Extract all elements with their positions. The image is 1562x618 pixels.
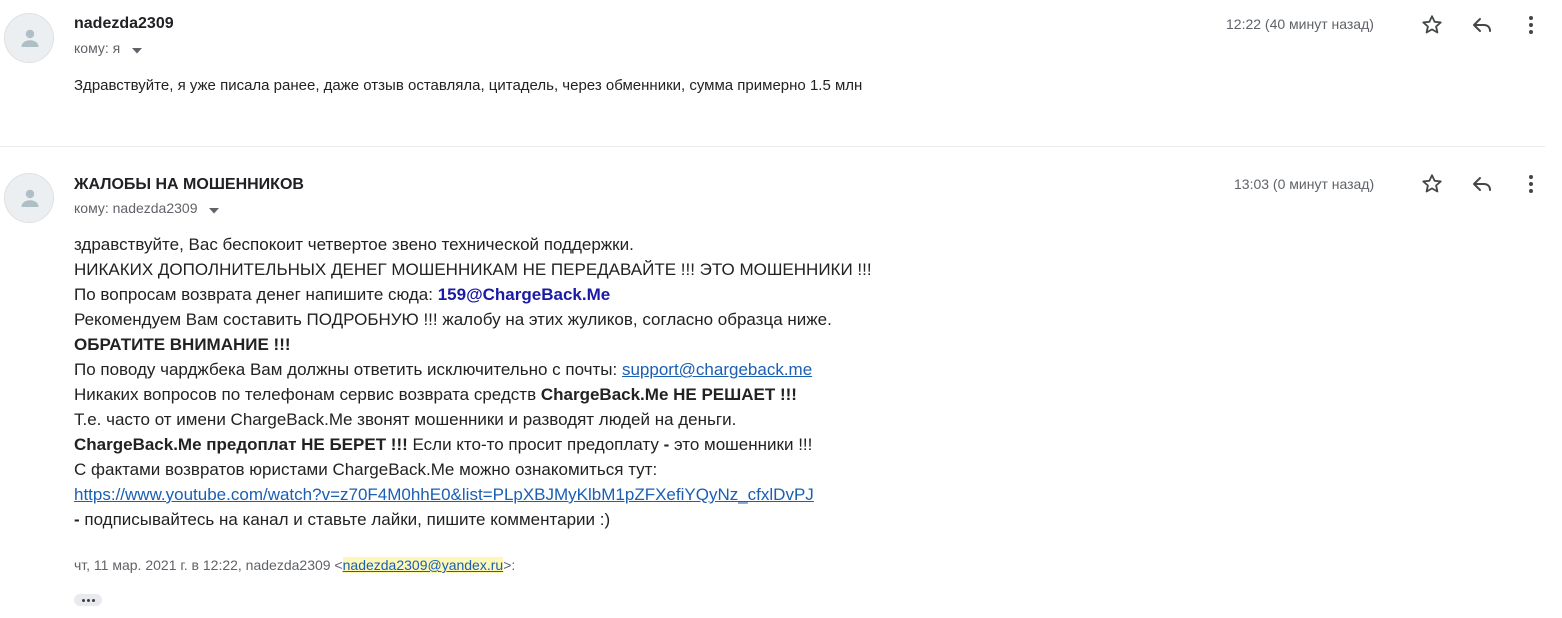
- body-line: здравствуйте, Вас беспокоит четвертое зв…: [74, 235, 634, 254]
- sender-name[interactable]: ЖАЛОБЫ НА МОШЕННИКОВ: [74, 176, 304, 194]
- body-line: По вопросам возврата денег напишите сюда…: [74, 282, 872, 307]
- recipient-label: кому: я: [74, 40, 121, 56]
- recipient-line[interactable]: кому: я: [74, 40, 143, 57]
- body-text: подписывайтесь на канал и ставьте лайки,…: [79, 510, 611, 529]
- body-line: Здравствуйте, я уже писала ранее, даже о…: [74, 77, 863, 94]
- star-icon[interactable]: [1420, 172, 1444, 196]
- recipient-label: кому: nadezda2309: [74, 200, 198, 216]
- more-vert-icon[interactable]: [1519, 172, 1543, 196]
- support-email-link[interactable]: support@chargeback.me: [622, 360, 812, 379]
- body-line: ChargeBack.Me предоплат НЕ БЕРЕТ !!! Есл…: [74, 432, 872, 457]
- reply-icon[interactable]: [1470, 13, 1494, 37]
- body-text: По поводу чарджбека Вам должны ответить …: [74, 360, 622, 379]
- sender-name[interactable]: nadezda2309: [74, 15, 174, 33]
- person-icon: [21, 189, 39, 207]
- caret-down-icon[interactable]: [209, 201, 220, 217]
- message-time: 12:22 (40 минут назад): [1226, 16, 1374, 32]
- body-line: https://www.youtube.com/watch?v=z70F4M0h…: [74, 482, 872, 507]
- more-vert-icon[interactable]: [1519, 13, 1543, 37]
- body-line: ОБРАТИТЕ ВНИМАНИЕ !!!: [74, 335, 291, 354]
- body-line: Рекомендуем Вам составить ПОДРОБНУЮ !!! …: [74, 310, 832, 329]
- person-icon: [21, 29, 39, 47]
- message-body: Здравствуйте, я уже писала ранее, даже о…: [74, 73, 862, 98]
- quote-email-link[interactable]: nadezda2309@yandex.ru: [342, 557, 504, 573]
- body-line: Никаких вопросов по телефонам сервис воз…: [74, 382, 872, 407]
- chargeback-email: 159@ChargeBack.Me: [437, 285, 611, 304]
- body-line: С фактами возвратов юристами ChargeBack.…: [74, 460, 658, 479]
- caret-down-icon[interactable]: [132, 41, 143, 57]
- quote-prefix: чт, 11 мар. 2021 г. в 12:22, nadezda2309…: [74, 557, 343, 573]
- avatar[interactable]: [4, 173, 54, 223]
- body-text: Никаких вопросов по телефонам сервис воз…: [74, 385, 541, 404]
- body-line: - подписывайтесь на канал и ставьте лайк…: [74, 507, 872, 532]
- ellipsis-icon[interactable]: [74, 594, 102, 606]
- body-line: По поводу чарджбека Вам должны ответить …: [74, 357, 872, 382]
- body-line: НИКАКИХ ДОПОЛНИТЕЛЬНЫХ ДЕНЕГ МОШЕННИКАМ …: [74, 260, 872, 279]
- message-divider: [0, 146, 1545, 147]
- avatar[interactable]: [4, 13, 54, 63]
- youtube-link[interactable]: https://www.youtube.com/watch?v=z70F4M0h…: [74, 485, 814, 504]
- star-icon[interactable]: [1420, 13, 1444, 37]
- body-text: это мошенники !!!: [669, 435, 813, 454]
- body-bold-text: ChargeBack.Me предоплат НЕ БЕРЕТ !!!: [74, 435, 408, 454]
- reply-icon[interactable]: [1470, 172, 1494, 196]
- message-time: 13:03 (0 минут назад): [1234, 176, 1375, 192]
- recipient-line[interactable]: кому: nadezda2309: [74, 200, 220, 217]
- message-body: здравствуйте, Вас беспокоит четвертое зв…: [74, 232, 872, 532]
- body-text: По вопросам возврата денег напишите сюда…: [74, 285, 438, 304]
- quoted-header: чт, 11 мар. 2021 г. в 12:22, nadezda2309…: [74, 557, 515, 573]
- body-text: Если кто-то просит предоплату: [407, 435, 664, 454]
- quote-suffix: >:: [503, 557, 516, 573]
- body-bold-text: ChargeBack.Me НЕ РЕШАЕТ !!!: [540, 385, 797, 404]
- body-line: Т.е. часто от имени ChargeBack.Me звонят…: [74, 410, 737, 429]
